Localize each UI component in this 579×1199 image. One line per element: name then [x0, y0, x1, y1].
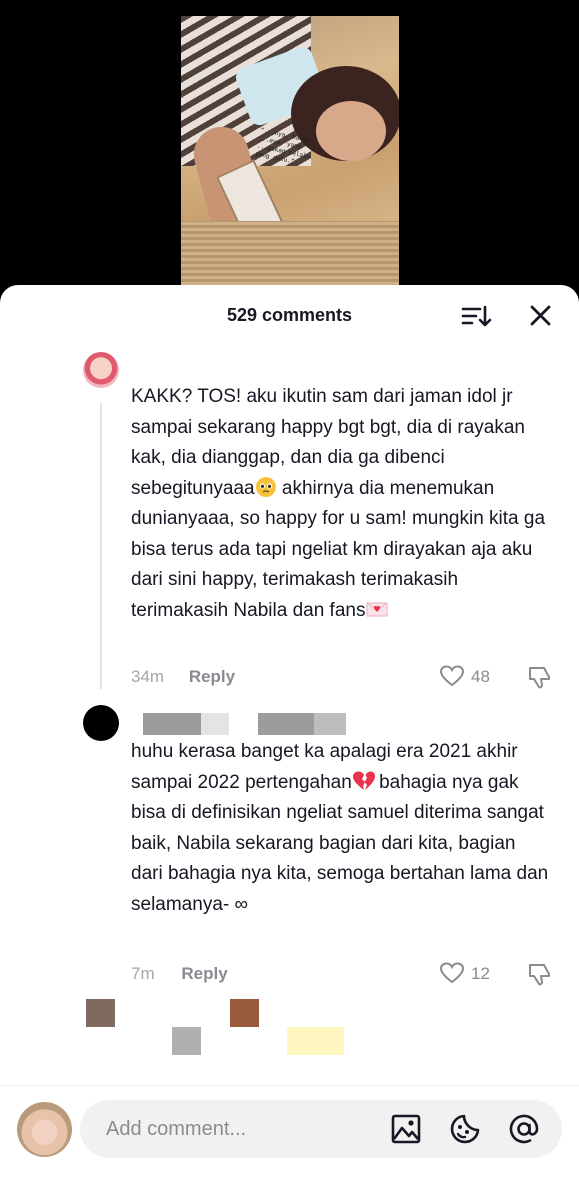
heart-icon	[439, 962, 465, 984]
comment-meta: 7m Reply	[131, 964, 228, 984]
dislike-button[interactable]	[527, 664, 553, 695]
sheet-header: 529 comments	[0, 285, 579, 345]
avatar[interactable]	[83, 705, 119, 741]
mention-icon	[509, 1114, 539, 1144]
avatar[interactable]	[83, 352, 119, 388]
like-button[interactable]	[439, 961, 465, 990]
comment-composer: Add comment...	[0, 1085, 579, 1199]
comment-text: huhu kerasa banget ka apalagi era 2021 a…	[131, 737, 551, 920]
mention-button[interactable]	[508, 1113, 540, 1150]
like-count: 48	[471, 667, 490, 686]
comment-text: KAKK? TOS! aku ikutin sam dari jaman ido…	[131, 382, 551, 626]
like-button[interactable]	[439, 664, 465, 693]
comment-meta: 34m Reply	[131, 667, 235, 687]
thumbs-down-icon	[529, 667, 550, 689]
redacted-username	[258, 713, 314, 735]
redacted-username	[314, 713, 346, 735]
dislike-button[interactable]	[527, 961, 553, 992]
reply-button[interactable]: Reply	[189, 667, 235, 686]
comment-count: 529 comments	[226, 305, 353, 325]
thumbs-down-icon	[529, 964, 550, 986]
redacted-block	[287, 1027, 344, 1055]
redacted-block	[172, 1027, 201, 1055]
comments-sheet: 529 comments KAKK? TOS! aku ikutin sam d…	[0, 285, 579, 1199]
close-button[interactable]	[524, 301, 556, 331]
thread-line	[100, 403, 102, 689]
like-count: 12	[471, 964, 490, 983]
reply-button[interactable]: Reply	[181, 964, 227, 983]
comment-input-placeholder: Add comment...	[106, 1118, 247, 1140]
close-icon	[530, 305, 551, 326]
love-letter-emoji	[365, 598, 388, 620]
heart-icon	[439, 665, 465, 687]
redacted-username	[201, 713, 229, 735]
my-avatar	[17, 1102, 72, 1157]
sort-lines-icon	[461, 305, 492, 327]
redacted-block	[230, 999, 259, 1027]
comment-time: 34m	[131, 667, 165, 686]
broken-heart-emoji	[352, 770, 375, 792]
image-icon	[391, 1114, 421, 1144]
comment-time: 7m	[131, 964, 155, 983]
sticker-button[interactable]	[449, 1113, 481, 1150]
image-button[interactable]	[390, 1113, 422, 1150]
redacted-username	[143, 713, 201, 735]
redacted-avatar	[86, 999, 115, 1027]
comment-input[interactable]: Add comment...	[80, 1100, 562, 1158]
video-preview[interactable]: “...nya, hanya ...ayo, yang ...bukan sel…	[181, 16, 399, 288]
pleading-face-emoji	[255, 476, 277, 498]
sort-button[interactable]	[460, 301, 492, 331]
sticker-icon	[450, 1114, 480, 1144]
table-surface	[181, 221, 399, 288]
